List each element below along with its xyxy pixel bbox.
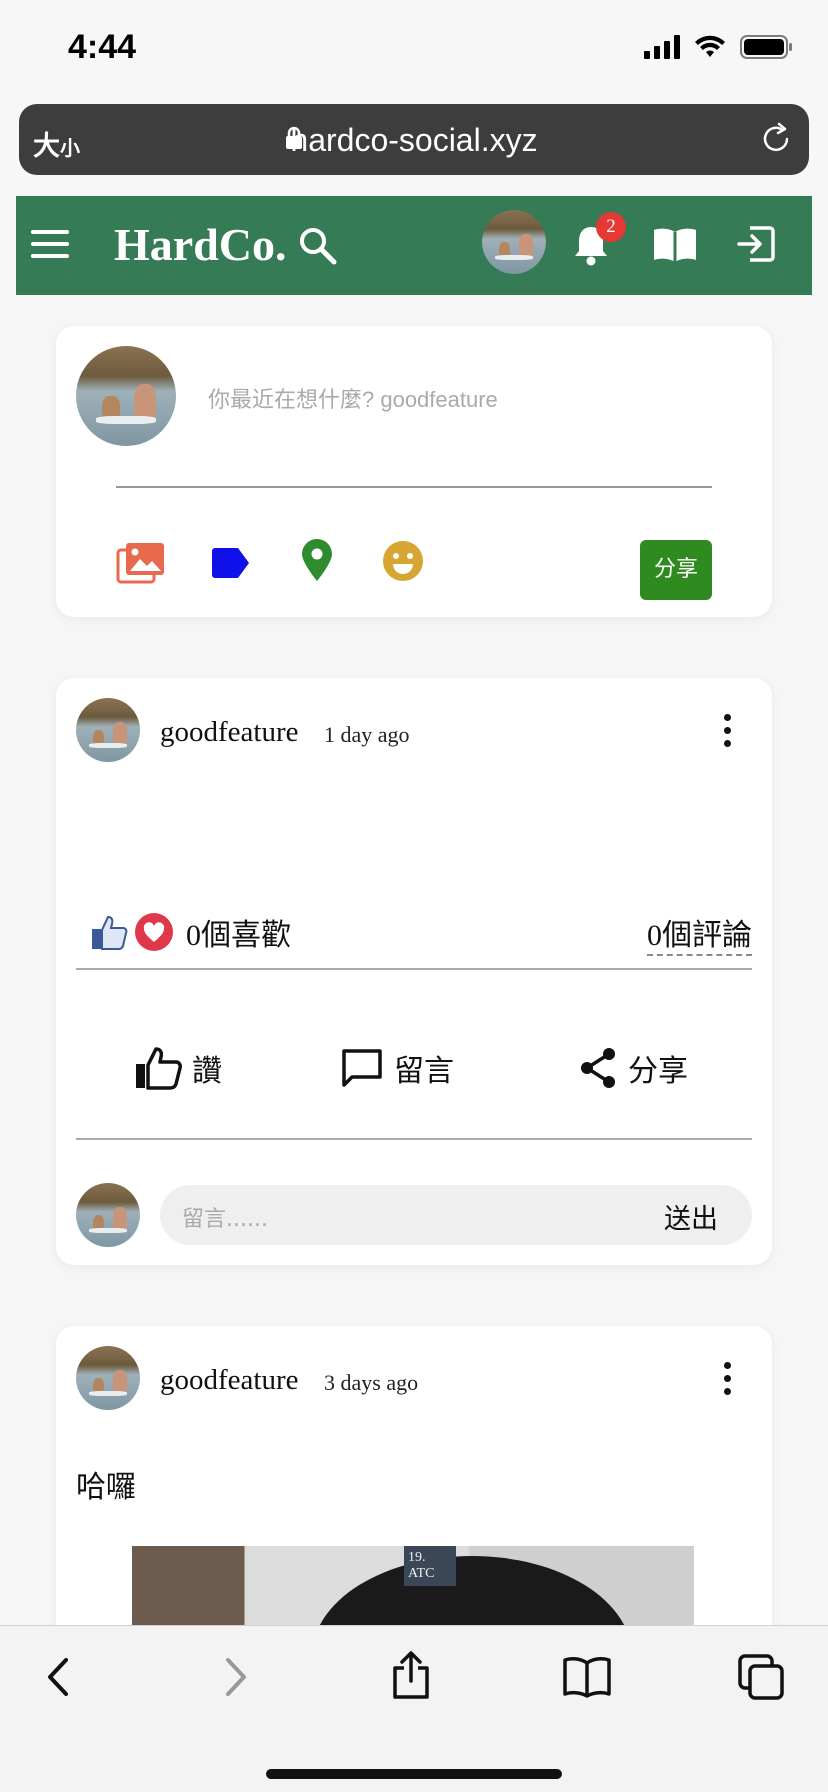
post-avatar[interactable] [76, 698, 140, 762]
like-button[interactable]: 讚 [134, 1046, 222, 1090]
home-indicator[interactable] [266, 1769, 562, 1779]
reload-icon[interactable] [759, 122, 793, 156]
forward-icon[interactable] [222, 1656, 250, 1698]
composer-divider [116, 486, 712, 488]
post-text: 哈囉 [76, 1470, 136, 1505]
bookmarks-icon[interactable] [562, 1656, 612, 1698]
divider [76, 968, 752, 970]
post-time: 1 day ago [324, 722, 410, 747]
post-card: goodfeature 1 day ago 0個喜歡 0個評論 讚 留言 分享 … [56, 678, 772, 1265]
share-post-button[interactable]: 分享 [578, 1046, 688, 1090]
browser-toolbar [0, 1625, 828, 1792]
status-bar: 4:44 [0, 0, 828, 96]
reaction-summary: 0個喜歡 [90, 910, 291, 954]
commenter-avatar [76, 1183, 140, 1247]
tabs-icon[interactable] [738, 1654, 784, 1700]
web-page: HardCo. 2 你最近在想什麼? goodfeature 分享 goodfe… [0, 190, 828, 1625]
send-button[interactable]: 送出 [664, 1197, 718, 1236]
feeling-icon[interactable] [382, 540, 424, 582]
share-icon [581, 1048, 615, 1088]
notification-badge: 2 [596, 212, 626, 242]
status-icons [644, 34, 794, 60]
divider [76, 1138, 752, 1140]
brand-logo[interactable]: HardCo. [114, 218, 287, 271]
search-icon[interactable] [298, 226, 338, 266]
status-time: 4:44 [68, 28, 137, 66]
thumbs-up-reaction-icon [92, 915, 128, 950]
comments-count[interactable]: 0個評論 [647, 910, 752, 956]
share-sheet-icon[interactable] [390, 1650, 432, 1700]
user-avatar[interactable] [482, 210, 546, 274]
post-actions: 讚 留言 分享 [56, 1018, 772, 1126]
post-author[interactable]: goodfeature [160, 1364, 299, 1397]
location-icon[interactable] [300, 538, 334, 582]
share-button[interactable]: 分享 [640, 540, 712, 600]
book-icon[interactable] [652, 226, 698, 264]
post-composer: 你最近在想什麼? goodfeature 分享 [56, 326, 772, 617]
more-options-icon[interactable] [724, 1362, 732, 1401]
comment-icon [342, 1049, 382, 1087]
share-label: 分享 [628, 1054, 688, 1089]
back-icon[interactable] [44, 1656, 72, 1698]
post-card: goodfeature 3 days ago 哈囉 19. ATC [56, 1326, 772, 1625]
battery-icon [740, 35, 792, 59]
like-label: 讚 [192, 1054, 222, 1089]
logout-icon[interactable] [736, 224, 776, 264]
post-avatar[interactable] [76, 1346, 140, 1410]
more-options-icon[interactable] [724, 714, 732, 753]
comment-button[interactable]: 留言 [340, 1046, 454, 1090]
navbar: HardCo. 2 [16, 196, 812, 295]
post-author[interactable]: goodfeature [160, 716, 299, 749]
menu-icon[interactable] [31, 230, 69, 258]
url-text[interactable]: hardco-social.xyz [19, 122, 809, 159]
composer-input[interactable]: 你最近在想什麼? goodfeature [208, 382, 498, 414]
signal-icon [644, 35, 680, 59]
tag-icon[interactable] [210, 548, 250, 578]
likes-count[interactable]: 0個喜歡 [186, 910, 291, 954]
post-time: 3 days ago [324, 1370, 419, 1395]
wifi-icon [695, 35, 725, 57]
post-photo[interactable]: 19. ATC [132, 1546, 694, 1625]
photo-icon[interactable] [116, 542, 166, 584]
comment-placeholder: 留言...... [182, 1207, 268, 1232]
composer-avatar [76, 346, 176, 446]
comment-label: 留言 [394, 1054, 454, 1089]
thumbs-up-icon [136, 1047, 182, 1090]
comment-input[interactable]: 留言...... 送出 [160, 1185, 752, 1245]
address-bar[interactable]: 大小 hardco-social.xyz [19, 104, 809, 175]
heart-reaction-icon [135, 913, 173, 951]
photo-tag: 19. ATC [404, 1546, 456, 1586]
